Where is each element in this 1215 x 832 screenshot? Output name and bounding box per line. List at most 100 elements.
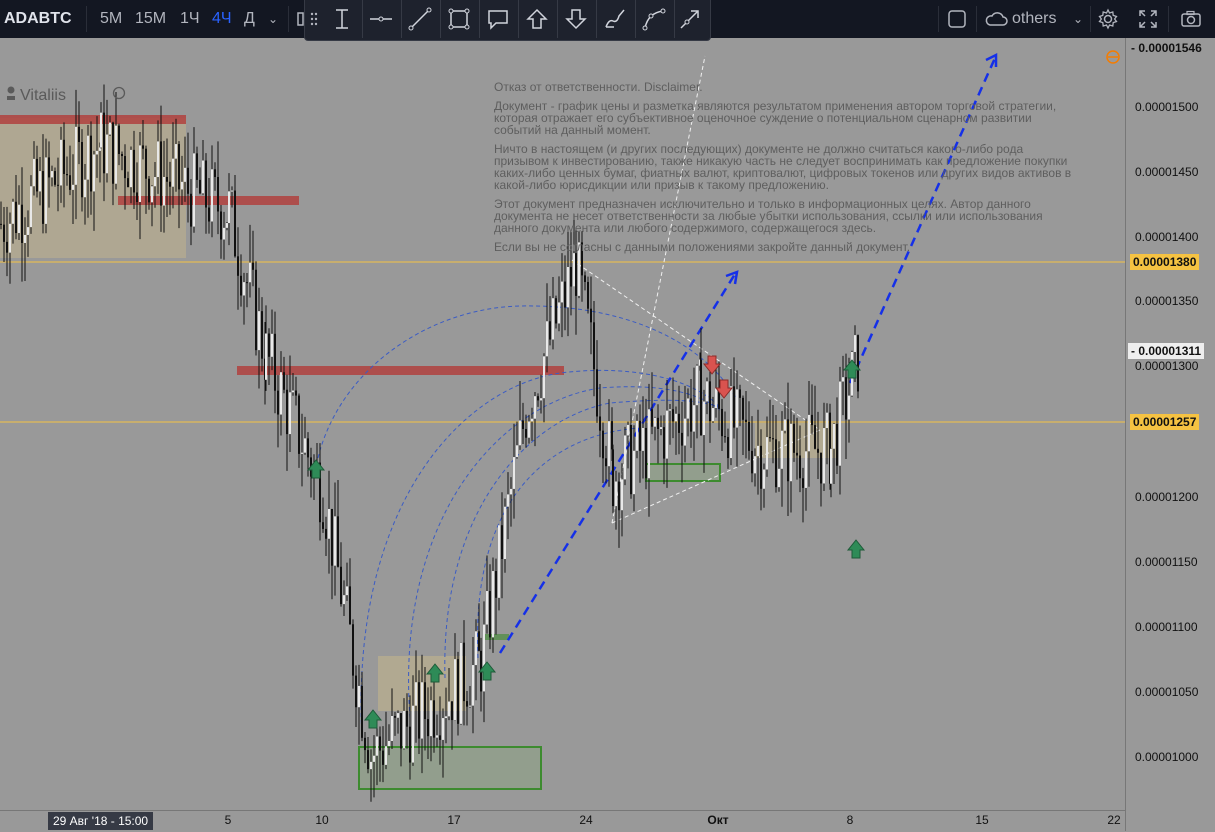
arrow-down-icon[interactable]: [557, 0, 595, 38]
price-tick: 0.00001400: [1135, 230, 1199, 244]
candle-down: [124, 156, 126, 179]
drawing-toolbar: [304, 0, 711, 41]
candle-down: [145, 148, 147, 179]
candle-down: [190, 193, 192, 227]
arrow-line-icon[interactable]: [671, 0, 709, 38]
candle-down: [796, 452, 798, 456]
candle-down: [361, 685, 363, 738]
time-tick: 24: [579, 813, 593, 827]
candle-up: [45, 157, 47, 224]
fullscreen-icon[interactable]: [1138, 0, 1158, 38]
candle-down: [418, 682, 420, 739]
candle-up: [106, 134, 108, 174]
candle-down: [522, 420, 524, 429]
candle-up: [343, 595, 345, 605]
candle-down: [772, 438, 774, 440]
candle-down: [555, 298, 557, 324]
candle-down: [214, 169, 216, 178]
toolbar-divider: [86, 6, 87, 32]
candle-up: [157, 141, 159, 178]
candle-up: [385, 746, 387, 765]
candle-down: [793, 423, 795, 453]
candle-up: [730, 386, 732, 459]
drag-handle-icon[interactable]: [305, 0, 323, 38]
candle-up: [84, 179, 86, 198]
price-tag-top-value: 0.00001546: [1138, 41, 1202, 55]
candle-down: [118, 125, 120, 155]
brush-icon[interactable]: [596, 0, 634, 38]
candle-up: [60, 139, 62, 186]
candle-down: [169, 181, 171, 187]
square-icon[interactable]: [947, 0, 967, 38]
symbol-label[interactable]: ADABTC: [4, 0, 72, 38]
candle-up: [486, 591, 488, 625]
candle-down: [814, 425, 816, 449]
toolbar-divider: [976, 6, 977, 32]
time-tick: 8: [846, 813, 854, 827]
chart-area[interactable]: Vitaliis Отказ от ответственности. Discl…: [0, 38, 1125, 810]
author-watermark: Vitaliis: [6, 86, 126, 105]
candle-up: [388, 740, 390, 747]
candle-down: [605, 458, 607, 467]
candle-down: [268, 333, 270, 357]
candle-up: [358, 685, 360, 708]
arrow-up-icon[interactable]: [518, 0, 556, 38]
candle-up: [540, 398, 542, 401]
horizontal-line-icon[interactable]: [362, 0, 400, 38]
time-tick: 22: [1107, 813, 1121, 827]
candle-up: [100, 112, 102, 148]
interval-1h[interactable]: 1Ч: [180, 0, 200, 38]
candle-up: [684, 418, 686, 446]
text-cursor-icon[interactable]: [323, 0, 361, 38]
curve-icon[interactable]: [635, 0, 673, 38]
interval-15m[interactable]: 15М: [135, 0, 166, 38]
candle-down: [537, 396, 539, 401]
candle-down: [325, 528, 327, 539]
price-tag-last: - 0.00001311: [1128, 343, 1205, 359]
candle-up: [258, 311, 260, 351]
interval-1d[interactable]: Д: [244, 0, 255, 38]
candle-up: [636, 420, 638, 451]
candle-up: [534, 396, 536, 419]
time-tick: 15: [975, 813, 989, 827]
candle-up: [642, 427, 644, 451]
candle-down: [433, 700, 435, 738]
candle-up: [633, 450, 635, 495]
chevron-down-icon[interactable]: ⌄: [268, 0, 278, 38]
candle-up: [833, 423, 835, 449]
candle-up: [226, 223, 228, 228]
candle-up: [75, 126, 77, 185]
callout-icon[interactable]: [479, 0, 517, 38]
candle-down: [748, 421, 750, 451]
gear-icon[interactable]: [1097, 0, 1119, 38]
price-axis[interactable]: + - 0.00001546 0.00001500 0.00001450 0.0…: [1125, 38, 1215, 831]
candle-up: [472, 665, 474, 706]
price-tick: 0.00001300: [1135, 359, 1199, 373]
candle-down: [379, 736, 381, 751]
candle-down: [587, 281, 589, 309]
price-tick: 0.00001050: [1135, 685, 1199, 699]
candle-up: [561, 281, 563, 303]
trend-line-icon[interactable]: [401, 0, 439, 38]
cloud-icon[interactable]: [984, 0, 1008, 38]
candle-down: [21, 204, 23, 243]
rectangle-icon[interactable]: [440, 0, 478, 38]
candle-down: [775, 439, 777, 488]
price-tag-level-low: 0.00001257: [1130, 414, 1200, 430]
interval-4h[interactable]: 4Ч: [212, 0, 232, 38]
interval-5m[interactable]: 5М: [100, 0, 122, 38]
candle-up: [27, 227, 29, 235]
time-axis[interactable]: 5 10 17 24 Окт 8 15 22 29 Авг '18 - 15:0…: [0, 810, 1125, 832]
chevron-down-icon[interactable]: ⌄: [1073, 0, 1083, 38]
candle-up: [223, 227, 225, 240]
candle-down: [252, 262, 254, 270]
time-tick: 17: [447, 813, 461, 827]
candle-down: [478, 631, 480, 651]
candle-down: [78, 126, 80, 143]
candle-up: [781, 430, 783, 469]
camera-icon[interactable]: [1180, 0, 1202, 38]
candle-down: [394, 715, 396, 718]
layout-name[interactable]: others: [1012, 0, 1056, 38]
candle-down: [596, 369, 598, 417]
candle-up: [790, 423, 792, 482]
